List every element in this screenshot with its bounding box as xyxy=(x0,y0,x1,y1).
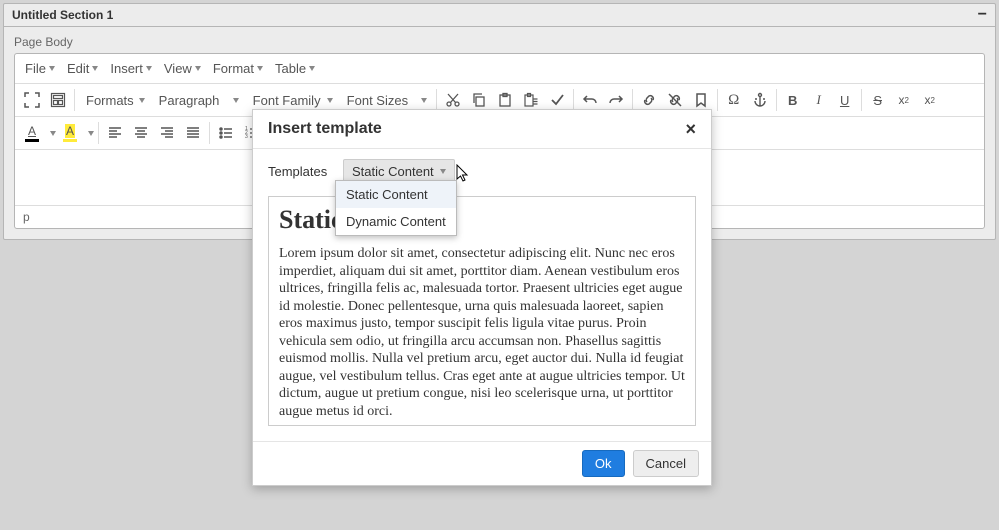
close-icon[interactable]: × xyxy=(685,120,696,138)
subscript-icon[interactable]: x2 xyxy=(917,87,943,113)
caret-icon xyxy=(421,98,427,103)
formats-select[interactable]: Formats xyxy=(78,87,151,113)
templates-dropdown: Static Content Dynamic Content xyxy=(335,180,457,236)
caret-icon xyxy=(92,66,98,71)
section-header[interactable]: Untitled Section 1 − xyxy=(4,4,995,27)
caret-icon xyxy=(327,98,333,103)
template-option-static[interactable]: Static Content xyxy=(336,181,456,208)
caret-icon xyxy=(195,66,201,71)
menu-view[interactable]: View xyxy=(158,56,207,81)
menu-edit[interactable]: Edit xyxy=(61,56,104,81)
page-body-label: Page Body xyxy=(14,35,985,49)
caret-icon xyxy=(146,66,152,71)
templates-label: Templates xyxy=(268,164,343,179)
dialog-title: Insert template xyxy=(268,120,382,138)
text-color-icon[interactable]: A xyxy=(19,120,45,146)
menu-file[interactable]: File xyxy=(19,56,61,81)
caret-icon xyxy=(440,169,446,174)
fullscreen-icon[interactable] xyxy=(19,87,45,113)
template-option-dynamic[interactable]: Dynamic Content xyxy=(336,208,456,235)
preview-body: Lorem ipsum dolor sit amet, consectetur … xyxy=(279,245,685,420)
strikethrough-icon[interactable]: S xyxy=(865,87,891,113)
align-left-icon[interactable] xyxy=(102,120,128,146)
text-color-caret[interactable] xyxy=(45,120,57,146)
italic-icon[interactable]: I xyxy=(806,87,832,113)
cancel-button[interactable]: Cancel xyxy=(633,450,699,477)
caret-icon xyxy=(257,66,263,71)
highlight-color-caret[interactable] xyxy=(83,120,95,146)
insert-template-dialog: Insert template × Templates Static Conte… xyxy=(252,109,712,486)
anchor-icon[interactable] xyxy=(747,87,773,113)
align-justify-icon[interactable] xyxy=(180,120,206,146)
underline-icon[interactable]: U xyxy=(832,87,858,113)
align-center-icon[interactable] xyxy=(128,120,154,146)
dialog-header: Insert template × xyxy=(253,110,711,149)
caret-icon xyxy=(139,98,145,103)
bold-icon[interactable]: B xyxy=(780,87,806,113)
menu-table[interactable]: Table xyxy=(269,56,321,81)
superscript-icon[interactable]: x2 xyxy=(891,87,917,113)
caret-icon xyxy=(49,66,55,71)
caret-icon xyxy=(309,66,315,71)
menu-insert[interactable]: Insert xyxy=(104,56,158,81)
element-path[interactable]: p xyxy=(23,210,30,224)
svg-text:3: 3 xyxy=(245,134,248,140)
ok-button[interactable]: Ok xyxy=(582,450,625,477)
editor-menubar: File Edit Insert View Format Table xyxy=(15,54,984,84)
menu-format[interactable]: Format xyxy=(207,56,269,81)
bullet-list-icon[interactable] xyxy=(213,120,239,146)
special-char-icon[interactable]: Ω xyxy=(721,87,747,113)
template-icon[interactable] xyxy=(45,87,71,113)
collapse-icon[interactable]: − xyxy=(978,10,987,20)
caret-icon xyxy=(233,98,239,103)
template-preview: Static Content Lorem ipsum dolor sit ame… xyxy=(268,196,696,426)
dialog-footer: Ok Cancel xyxy=(253,441,711,485)
block-select[interactable]: Paragraph xyxy=(151,87,245,113)
align-right-icon[interactable] xyxy=(154,120,180,146)
highlight-color-icon[interactable]: A xyxy=(57,120,83,146)
section-title: Untitled Section 1 xyxy=(12,8,113,22)
